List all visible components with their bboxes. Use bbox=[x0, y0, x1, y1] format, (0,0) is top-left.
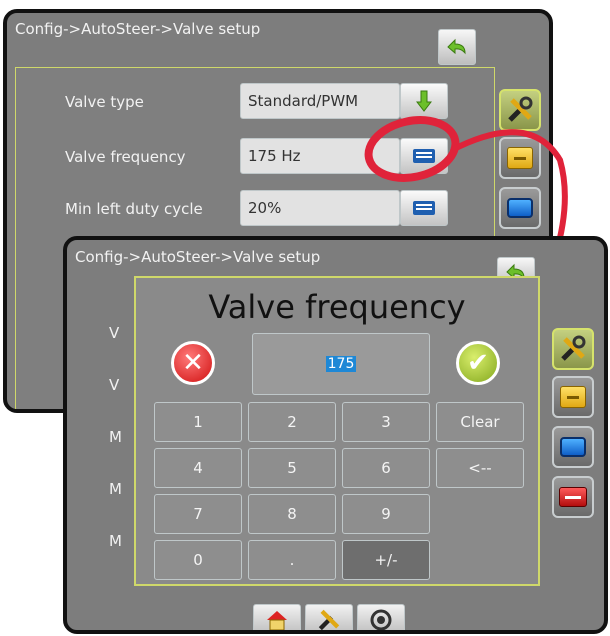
key-9[interactable]: 9 bbox=[342, 494, 430, 534]
row-label-partial: V bbox=[109, 376, 120, 394]
key-backspace[interactable]: <-- bbox=[436, 448, 524, 488]
key-0[interactable]: 0 bbox=[154, 540, 242, 580]
numeric-keypad-dialog: Valve frequency ✕ 175 ✔ 1 2 3 Clear 4 5 … bbox=[134, 276, 540, 586]
entered-value: 175 bbox=[325, 356, 357, 372]
tools-icon bbox=[561, 335, 586, 361]
key-5[interactable]: 5 bbox=[248, 448, 336, 488]
key-plus-minus[interactable]: +/- bbox=[342, 540, 430, 580]
breadcrumb: Config->AutoSteer->Valve setup bbox=[75, 248, 321, 266]
home-button[interactable] bbox=[253, 604, 301, 630]
checkmark-icon: ✔ bbox=[467, 348, 489, 378]
tools-nav-button[interactable] bbox=[305, 604, 353, 630]
key-decimal[interactable]: . bbox=[248, 540, 336, 580]
tab-toolbox[interactable] bbox=[552, 476, 594, 518]
cancel-x-icon: ✕ bbox=[182, 348, 204, 378]
row-label-partial: V bbox=[109, 324, 120, 342]
key-2[interactable]: 2 bbox=[248, 402, 336, 442]
key-4[interactable]: 4 bbox=[154, 448, 242, 488]
folder-icon bbox=[560, 386, 586, 408]
tab-data[interactable] bbox=[552, 376, 594, 418]
tab-display[interactable] bbox=[552, 426, 594, 468]
key-7[interactable]: 7 bbox=[154, 494, 242, 534]
tab-tools[interactable] bbox=[552, 328, 594, 370]
foreground-screen: Config->AutoSteer->Valve setup V V M M M… bbox=[63, 236, 608, 634]
key-3[interactable]: 3 bbox=[342, 402, 430, 442]
dialog-title: Valve frequency bbox=[208, 288, 466, 326]
row-label-partial: M bbox=[109, 428, 122, 446]
key-8[interactable]: 8 bbox=[248, 494, 336, 534]
row-label-partial: M bbox=[109, 532, 122, 550]
row-label-partial: M bbox=[109, 480, 122, 498]
gps-icon bbox=[370, 609, 392, 630]
key-clear[interactable]: Clear bbox=[436, 402, 524, 442]
tools-icon bbox=[318, 609, 340, 630]
toolbox-icon bbox=[559, 487, 587, 507]
confirm-button[interactable]: ✔ bbox=[456, 341, 500, 385]
gps-button[interactable] bbox=[357, 604, 405, 630]
key-6[interactable]: 6 bbox=[342, 448, 430, 488]
cancel-button[interactable]: ✕ bbox=[171, 341, 215, 385]
value-entry-field[interactable]: 175 bbox=[252, 333, 430, 395]
key-1[interactable]: 1 bbox=[154, 402, 242, 442]
display-icon bbox=[560, 437, 586, 457]
home-icon bbox=[267, 611, 287, 630]
